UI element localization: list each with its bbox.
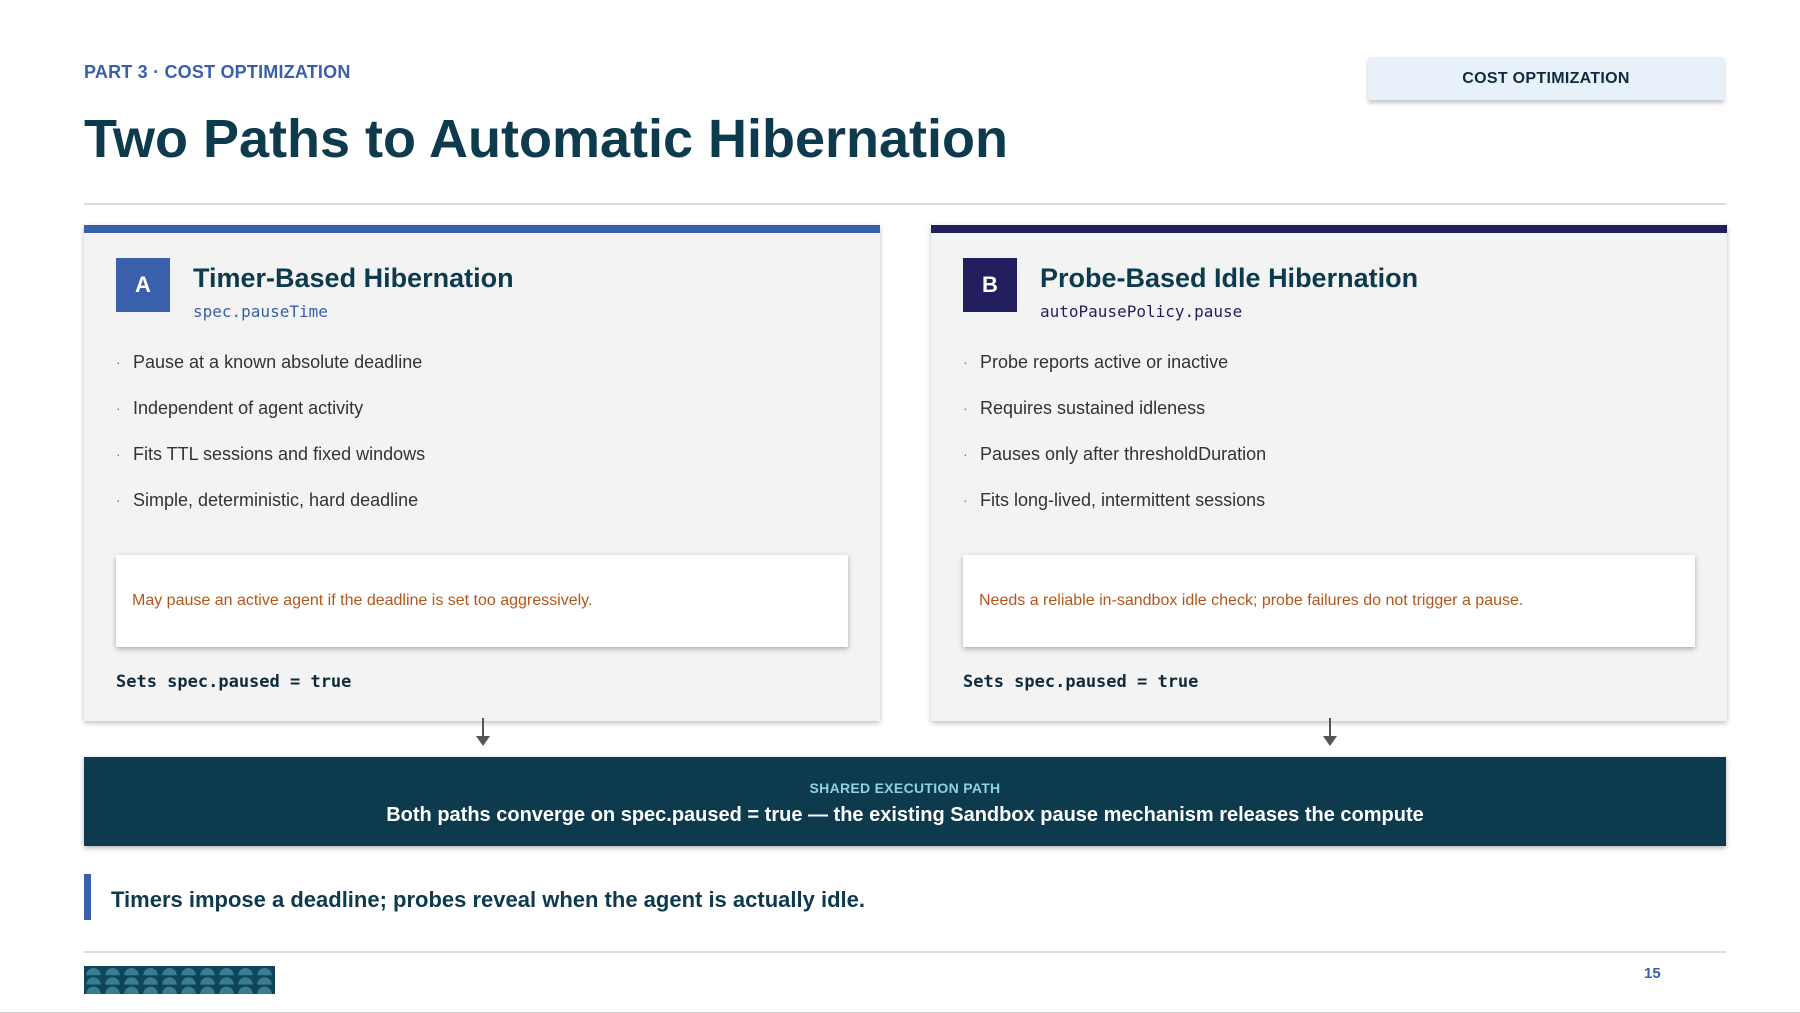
header-divider <box>84 203 1726 205</box>
bullet-icon: · <box>963 492 968 508</box>
quote-accent-bar <box>84 874 91 920</box>
shared-execution-banner: SHARED EXECUTION PATH Both paths converg… <box>84 757 1726 846</box>
bullet-list: · Probe reports active or inactive · Requi… <box>963 351 1266 535</box>
bullet-icon: · <box>963 446 968 462</box>
card-title: Timer-Based Hibernation <box>193 263 514 293</box>
bullet-icon: · <box>116 492 121 508</box>
card-code: autoPausePolicy.pause <box>1040 302 1243 321</box>
bullet-list: · Pause at a known absolute deadline · Ind… <box>116 351 425 535</box>
bullet-text: Simple, deterministic, hard deadline <box>133 490 419 510</box>
card-probe-based: B Probe-Based Idle Hibernation autoPause… <box>931 225 1727 721</box>
sets-statement: Sets spec.paused = true <box>963 672 1199 692</box>
list-item: · Independent of agent activity <box>116 397 425 443</box>
arrow-down-icon <box>476 718 490 750</box>
caveat-note: May pause an active agent if the deadlin… <box>116 555 848 647</box>
card-badge: A <box>116 258 170 312</box>
list-item: · Simple, deterministic, hard deadline <box>116 489 425 535</box>
bullet-text: Pauses only after thresholdDuration <box>980 444 1267 464</box>
banner-label: SHARED EXECUTION PATH <box>809 780 1001 796</box>
bullet-icon: · <box>963 354 968 370</box>
list-item: · Probe reports active or inactive <box>963 351 1266 397</box>
slide-title: Two Paths to Automatic Hibernation <box>84 109 1009 169</box>
bullet-icon: · <box>116 446 121 462</box>
bullet-text: Independent of agent activity <box>133 398 364 418</box>
bullet-icon: · <box>963 400 968 416</box>
card-timer-based: A Timer-Based Hibernation spec.pauseTime… <box>84 225 880 721</box>
bullet-text: Pause at a known absolute deadline <box>133 352 423 372</box>
section-kicker: PART 3 · COST OPTIMIZATION <box>84 62 351 82</box>
bullet-text: Fits long-lived, intermittent sessions <box>980 490 1266 510</box>
sets-statement: Sets spec.paused = true <box>116 672 352 692</box>
bullet-icon: · <box>116 400 121 416</box>
list-item: · Fits long-lived, intermittent sessions <box>963 489 1266 535</box>
card-code: spec.pauseTime <box>193 302 328 321</box>
bullet-icon: · <box>116 354 121 370</box>
section-tag: COST OPTIMIZATION <box>1368 57 1724 100</box>
bullet-text: Probe reports active or inactive <box>980 352 1229 372</box>
footer-divider <box>84 951 1726 953</box>
arrow-down-icon <box>1323 718 1337 750</box>
list-item: · Pause at a known absolute deadline <box>116 351 425 397</box>
list-item: · Pauses only after thresholdDuration <box>963 443 1266 489</box>
bullet-text: Fits TTL sessions and fixed windows <box>133 444 426 464</box>
list-item: · Fits TTL sessions and fixed windows <box>116 443 425 489</box>
caveat-note: Needs a reliable in-sandbox idle check; … <box>963 555 1695 647</box>
list-item: · Requires sustained idleness <box>963 397 1266 443</box>
card-title: Probe-Based Idle Hibernation <box>1040 263 1419 293</box>
bullet-text: Requires sustained idleness <box>980 398 1206 418</box>
banner-text: Both paths converge on spec.paused = tru… <box>386 804 1424 826</box>
takeaway-text: Timers impose a deadline; probes reveal … <box>111 887 865 912</box>
card-badge: B <box>963 258 1017 312</box>
footer-pattern <box>84 966 275 994</box>
page-number: 15 <box>1644 965 1661 982</box>
